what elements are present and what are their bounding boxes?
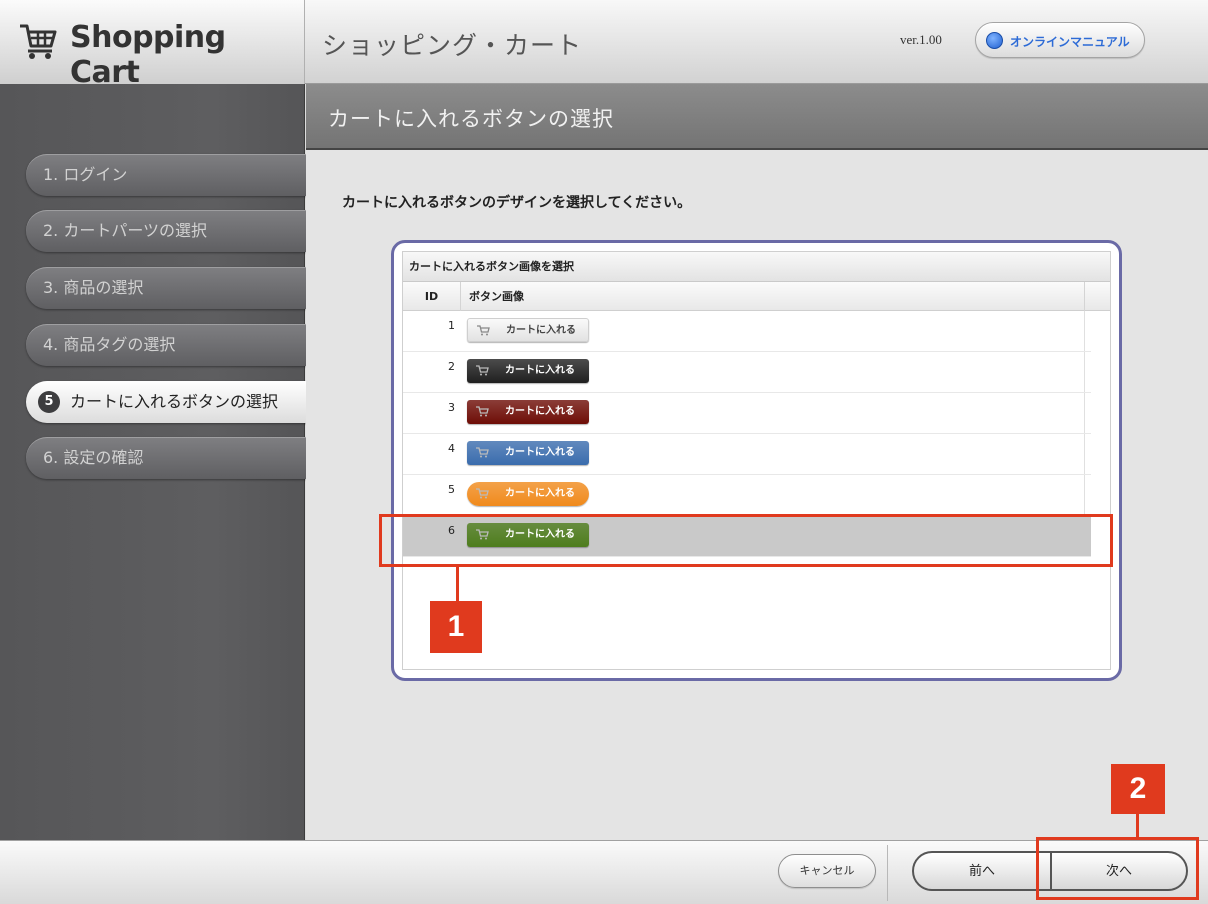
app-header: Shopping Cart ショッピング・カート ver.1.00 オンラインマ… [0,0,1208,90]
annotation-marker-2: 2 [1111,764,1165,814]
row-id: 4 [448,442,455,455]
prev-button[interactable]: 前へ [912,851,1052,891]
cancel-button[interactable]: キャンセル [778,854,876,888]
table-row[interactable]: 5 カートに入れる [403,475,1091,516]
step-label: 6. 設定の確認 [43,448,144,467]
step-login[interactable]: 1. ログイン [26,154,306,196]
step-product-select[interactable]: 3. 商品の選択 [26,267,306,309]
table-row[interactable]: 4 カートに入れる [403,434,1091,475]
step-product-tag[interactable]: 4. 商品タグの選択 [26,324,306,366]
annotation-connector-1 [456,567,459,601]
page-title: ショッピング・カート [322,31,583,60]
table-header: ID ボタン画像 [403,282,1110,311]
row-id: 2 [448,360,455,373]
table-caption: カートに入れるボタン画像を選択 [403,252,1110,282]
section-header: カートに入れるボタンの選択 [306,84,1208,150]
add-to-cart-button-preview: カートに入れる [467,318,589,342]
row-id: 3 [448,401,455,414]
step-confirm[interactable]: 6. 設定の確認 [26,437,306,479]
annotation-connector-2 [1136,814,1139,838]
main-content: カートに入れるボタンのデザインを選択してください。 カートに入れるボタン画像を選… [306,150,1208,840]
table-row[interactable]: 2 カートに入れる [403,352,1091,393]
annotation-highlight-row-6 [379,514,1113,567]
button-preview-label: カートに入れる [505,365,575,376]
cart-icon [476,488,489,499]
column-header-id[interactable]: ID [403,282,461,311]
online-manual-button[interactable]: オンラインマニュアル [975,22,1145,58]
wizard-steps-sidebar: 1. ログイン 2. カートパーツの選択 3. 商品の選択 4. 商品タグの選択… [0,84,306,840]
cart-icon [476,365,489,376]
cart-icon [476,406,489,417]
globe-dot-icon [986,32,1003,49]
button-preview-label: カートに入れる [505,488,575,499]
footer-bar: キャンセル 前へ 次へ [0,840,1208,904]
row-id: 5 [448,483,455,496]
shopping-cart-logo-icon [20,24,57,59]
step-label: 2. カートパーツの選択 [43,221,208,240]
button-preview-label: カートに入れる [506,325,576,336]
section-title: カートに入れるボタンの選択 [328,107,614,131]
step-number-badge: 5 [38,391,60,413]
instruction-text: カートに入れるボタンのデザインを選択してください。 [342,195,692,211]
button-preview-label: カートに入れる [505,447,575,458]
add-to-cart-button-preview: カートに入れる [467,482,589,506]
version-label: ver.1.00 [900,32,942,47]
step-label: 4. 商品タグの選択 [43,335,176,354]
button-preview-label: カートに入れる [505,406,575,417]
table-row[interactable]: 1 カートに入れる [403,311,1091,352]
step-cart-button-active[interactable]: 5 カートに入れるボタンの選択 [26,381,306,423]
online-manual-label: オンラインマニュアル [1010,35,1130,49]
add-to-cart-button-preview: カートに入れる [467,400,589,424]
button-select-panel: カートに入れるボタン画像を選択 ID ボタン画像 1 カートに入れる 2 カートに入れ… [391,240,1122,681]
column-header-spacer [1084,282,1110,311]
annotation-highlight-next [1036,837,1199,900]
add-to-cart-button-preview: カートに入れる [467,359,589,383]
cart-icon [476,447,489,458]
step-cart-parts[interactable]: 2. カートパーツの選択 [26,210,306,252]
row-id: 1 [448,319,455,332]
step-label: 3. 商品の選択 [43,278,144,297]
button-select-table: カートに入れるボタン画像を選択 ID ボタン画像 1 カートに入れる 2 カートに入れ… [402,251,1111,670]
step-label: 1. ログイン [43,165,128,184]
annotation-marker-1: 1 [430,601,482,653]
table-row[interactable]: 3 カートに入れる [403,393,1091,434]
logo-area: Shopping Cart [0,0,305,90]
step-label: カートに入れるボタンの選択 [70,392,279,411]
column-header-button-image[interactable]: ボタン画像 [469,282,524,311]
cart-icon [477,325,490,336]
footer-divider [887,845,888,901]
add-to-cart-button-preview: カートに入れる [467,441,589,465]
app-name: Shopping Cart [70,20,226,90]
